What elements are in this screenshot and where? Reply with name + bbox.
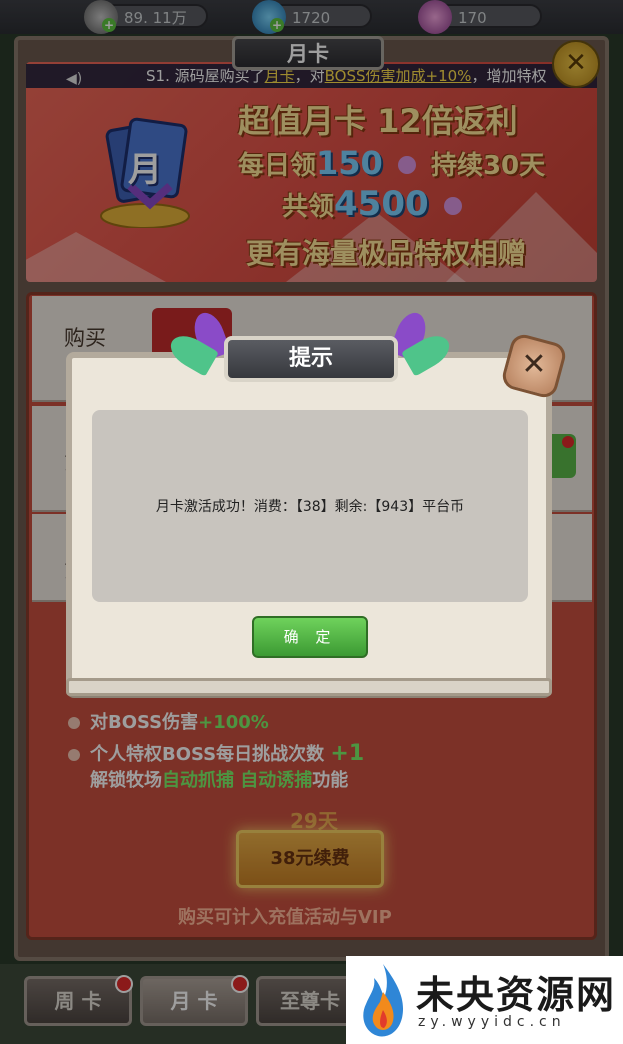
- dialog-title: 提示: [224, 336, 398, 382]
- watermark-title: 未央资源网: [416, 973, 617, 1017]
- dialog-close-button[interactable]: ✕: [499, 331, 569, 401]
- close-icon: ✕: [521, 347, 547, 382]
- game-screen: + 89. 11万 + 1720 170 ◀) S1. 源码屋购买了月卡，对BO…: [0, 0, 623, 1044]
- confirm-button[interactable]: 确 定: [252, 616, 368, 658]
- flame-logo-icon: [363, 964, 404, 1037]
- dialog-message: 月卡激活成功！消费：【38】剩余:【943】平台币: [155, 499, 465, 515]
- dialog-footer-decor: [66, 678, 552, 696]
- watermark-url: zy.wyyidc.cn: [418, 1014, 566, 1030]
